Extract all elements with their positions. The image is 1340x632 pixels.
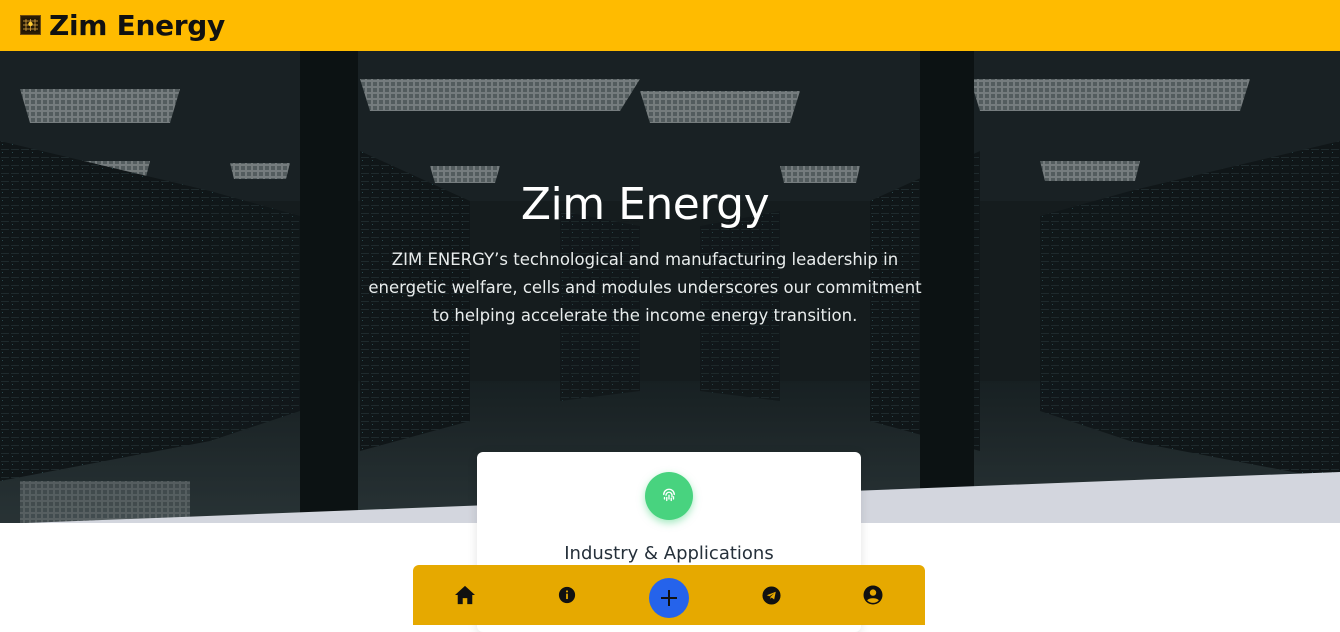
- top-navbar: Zim Energy: [0, 0, 1340, 51]
- fingerprint-icon: [645, 472, 693, 520]
- info-icon[interactable]: [555, 583, 579, 607]
- plus-icon[interactable]: [649, 578, 689, 618]
- telegram-icon[interactable]: [759, 583, 783, 607]
- card-title: Industry & Applications: [564, 543, 774, 564]
- bottom-navigation: [413, 565, 925, 625]
- hero-title: Zim Energy: [520, 179, 770, 230]
- solar-panel-logo-icon[interactable]: [20, 15, 41, 35]
- hero-description: ZIM ENERGY’s technological and manufactu…: [368, 250, 922, 325]
- user-circle-icon[interactable]: [861, 583, 885, 607]
- brand-name[interactable]: Zim Energy: [49, 6, 225, 46]
- home-icon[interactable]: [453, 583, 477, 607]
